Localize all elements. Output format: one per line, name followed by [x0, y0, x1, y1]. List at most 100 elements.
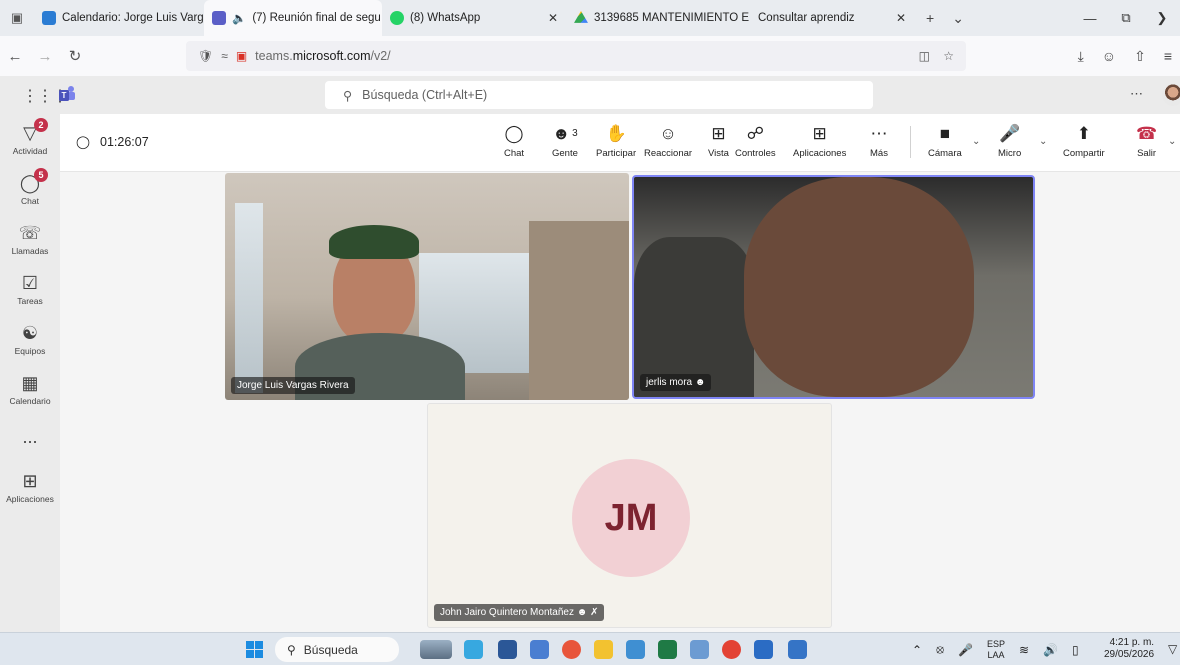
audio-playing-icon[interactable]: 🔈: [232, 11, 246, 25]
reload-icon[interactable]: ↻: [60, 47, 90, 65]
leave-button[interactable]: ☎ Salir: [1136, 122, 1157, 159]
settings-more-icon[interactable]: ⋯: [1130, 86, 1143, 102]
restore-icon[interactable]: ⧉: [1108, 10, 1144, 26]
firefox-icon[interactable]: [562, 640, 581, 659]
guest-icon: ☻: [576, 607, 588, 618]
video-tile-jorge[interactable]: Jorge Luis Vargas Rivera: [225, 173, 629, 400]
video-tile-jerlis[interactable]: jerlis mora ☻: [632, 175, 1035, 399]
rail-item-tareas[interactable]: ☑ Tareas: [0, 272, 60, 306]
view-button[interactable]: ⊞ Vista: [708, 122, 729, 159]
show-hidden-icons-chevron-icon[interactable]: ⌃: [912, 643, 922, 657]
language-indicator[interactable]: ESP LAA: [987, 639, 1005, 661]
tab-mantenimiento[interactable]: 3139685 MANTENIMIENTO E ✕: [566, 0, 750, 36]
notepad-icon[interactable]: [788, 640, 807, 659]
participant-name: jerlis mora: [646, 377, 693, 388]
rail-item-aplicaciones[interactable]: ⊞ Aplicaciones: [0, 470, 60, 504]
rail-item-calendario[interactable]: ▦ Calendario: [0, 372, 60, 406]
search-icon: ⚲: [343, 88, 353, 103]
rail-item-chat[interactable]: ◯ 5 Chat: [0, 168, 60, 206]
tab-reunion[interactable]: 🔈 (7) Reunión final de segu ✕: [204, 0, 382, 36]
minimize-icon[interactable]: —: [1072, 11, 1108, 26]
button-label: Salir: [1137, 148, 1157, 159]
chat-button[interactable]: ◯ Chat: [504, 122, 524, 159]
chrome-icon[interactable]: [722, 640, 741, 659]
people-button[interactable]: ☻ 3 Gente: [552, 122, 578, 159]
calendar-icon: [42, 11, 56, 25]
react-button[interactable]: ☺ Reaccionar: [644, 122, 692, 159]
bookmark-star-icon[interactable]: ☆: [943, 49, 954, 63]
downloads-icon[interactable]: ⤓: [1078, 48, 1084, 65]
close-tab-icon[interactable]: ✕: [896, 11, 906, 25]
notification-bell-icon[interactable]: ▽: [1168, 642, 1177, 656]
back-icon[interactable]: ←: [0, 48, 30, 65]
microphone-icon[interactable]: 🎤: [958, 643, 973, 657]
close-tab-icon[interactable]: ✕: [548, 11, 558, 25]
teams-app-rail: ▽ 2 Actividad ◯ 5 Chat ☏ Llamadas ☑ Tare…: [0, 114, 60, 632]
rail-item-equipos[interactable]: ☯ Equipos: [0, 322, 60, 356]
task-view-icon[interactable]: [530, 640, 549, 659]
extensions-icon[interactable]: ⇧: [1134, 48, 1146, 65]
word-icon[interactable]: [754, 640, 773, 659]
account-icon[interactable]: ☺: [1102, 48, 1116, 64]
rail-item-actividad[interactable]: ▽ 2 Actividad: [0, 118, 60, 156]
background-bag: [634, 237, 754, 397]
browser-tab-strip: ▣ Calendario: Jorge Luis Vargas ✕ 🔈 (7) …: [0, 0, 1180, 36]
tab-list-chevron-icon[interactable]: ⌄: [952, 10, 964, 27]
app-icon[interactable]: [626, 640, 645, 659]
url-text[interactable]: teams.microsoft.com/v2/: [255, 49, 390, 63]
windows-start-icon[interactable]: [246, 641, 263, 658]
background-window: [235, 203, 263, 393]
share-button[interactable]: ⬆ Compartir: [1063, 122, 1105, 159]
new-tab-icon[interactable]: +: [926, 10, 934, 26]
volume-icon[interactable]: 🔊: [1043, 643, 1058, 657]
tasks-icon: ☑: [21, 273, 39, 293]
controls-button[interactable]: ☍ Controles: [735, 122, 776, 159]
camera-options-chevron-icon[interactable]: ⌄: [972, 136, 980, 147]
tab-whatsapp[interactable]: (8) WhatsApp ✕: [382, 0, 566, 36]
raise-hand-button[interactable]: ✋ Participar: [596, 122, 636, 159]
teams-group-icon: ☯: [21, 323, 39, 343]
taskbar-search[interactable]: ⚲ Búsqueda: [275, 637, 399, 662]
mic-button[interactable]: 🎤 Micro: [998, 122, 1021, 159]
rail-item-llamadas[interactable]: ☏ Llamadas: [0, 222, 60, 256]
menu-icon[interactable]: ≡: [1164, 48, 1172, 64]
shield-icon[interactable]: 🛡: [198, 49, 213, 63]
taskbar-clock[interactable]: 4:21 p. m. 29/05/2026: [1104, 637, 1154, 661]
tab-label: (8) WhatsApp: [410, 12, 481, 24]
sidebar-toggle-icon[interactable]: ▣: [0, 0, 34, 36]
snipping-tool-icon[interactable]: [690, 640, 709, 659]
store-icon[interactable]: [498, 640, 517, 659]
widgets-icon[interactable]: [420, 640, 452, 659]
tab-calendario[interactable]: Calendario: Jorge Luis Vargas ✕: [34, 0, 204, 36]
apps-button[interactable]: ⊞ Aplicaciones: [793, 122, 846, 159]
avatar[interactable]: [1162, 84, 1180, 106]
address-bar[interactable]: 🛡 ≈ ▣ teams.microsoft.com/v2/ ◫ ☆: [186, 41, 966, 71]
leave-options-chevron-icon[interactable]: ⌄: [1168, 136, 1176, 147]
tab-consultar-aprendiz[interactable]: Consultar aprendiz ✕: [750, 0, 914, 36]
wifi-icon[interactable]: ≋: [1019, 643, 1029, 657]
more-button[interactable]: ⋯ Más: [870, 122, 888, 159]
app-icon[interactable]: [464, 640, 483, 659]
camera-sharing-icon[interactable]: ▣: [236, 49, 247, 63]
button-label: Más: [870, 148, 888, 159]
close-window-icon[interactable]: ❯: [1144, 10, 1180, 26]
excel-icon[interactable]: [658, 640, 677, 659]
smiley-icon: ☺: [659, 124, 677, 143]
language-code: ESP: [986, 638, 1005, 649]
participant-name-label: jerlis mora ☻: [640, 374, 712, 391]
video-tile-john[interactable]: JM John Jairo Quintero Montañez ☻ ✗: [427, 403, 832, 628]
camera-button[interactable]: ■ Cámara: [928, 122, 962, 159]
forward-icon[interactable]: →: [30, 48, 60, 65]
file-explorer-icon[interactable]: [594, 640, 613, 659]
browser-nav-bar: ← → ↻ 🛡 ≈ ▣ teams.microsoft.com/v2/ ◫ ☆ …: [0, 36, 1180, 76]
permissions-icon[interactable]: ≈: [221, 49, 228, 63]
reader-view-icon[interactable]: ◫: [919, 49, 930, 63]
bell-icon: ▽: [23, 123, 37, 143]
search-input[interactable]: ⚲ Búsqueda (Ctrl+Alt+E): [325, 81, 873, 109]
mic-options-chevron-icon[interactable]: ⌄: [1039, 136, 1047, 147]
add-apps-icon: ⊞: [812, 124, 827, 143]
battery-icon[interactable]: ▯: [1072, 643, 1079, 657]
network-off-icon[interactable]: ⦻: [936, 642, 944, 657]
button-label: Compartir: [1063, 148, 1105, 159]
rail-item-more[interactable]: ...: [0, 426, 60, 448]
